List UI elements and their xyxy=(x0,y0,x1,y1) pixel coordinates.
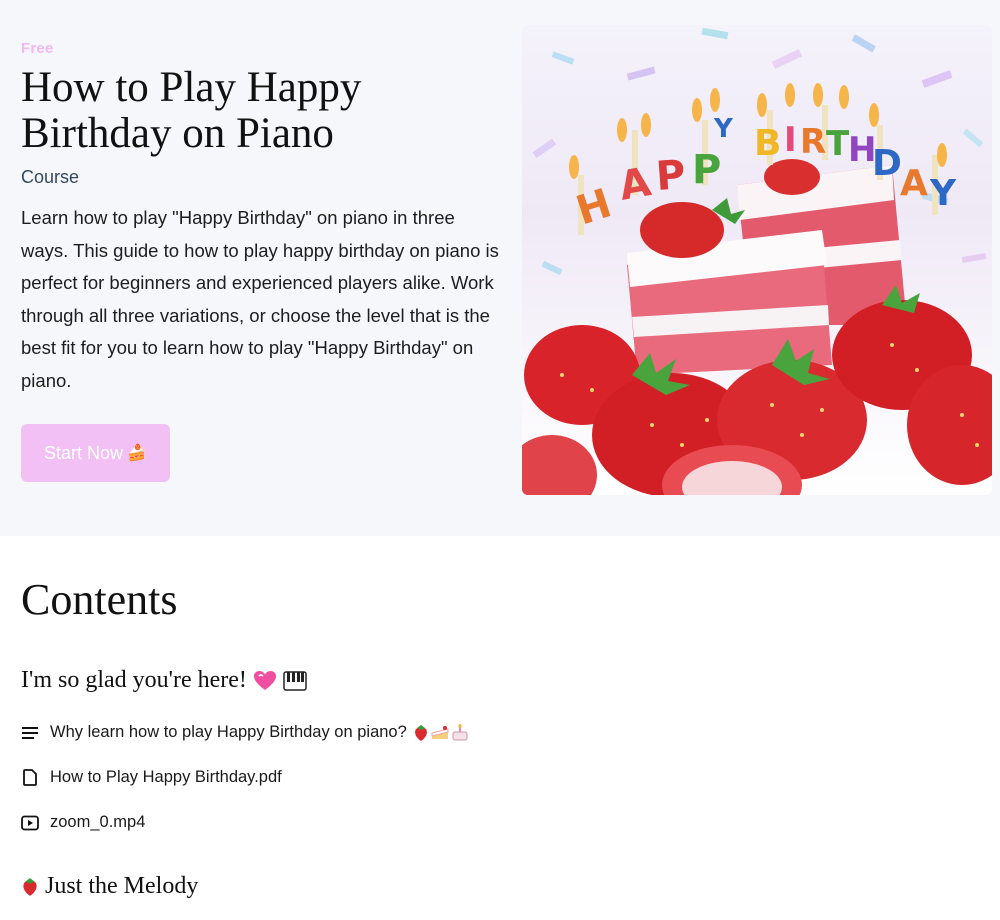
svg-text:D: D xyxy=(872,143,902,184)
svg-text:H: H xyxy=(571,180,617,234)
lesson-label: Why learn how to play Happy Birthday on … xyxy=(50,723,407,741)
course-header: Free How to Play Happy Birthday on Piano… xyxy=(21,40,501,398)
strawberry-icon xyxy=(21,877,39,897)
section-heading-melody: Just the Melody xyxy=(21,873,981,900)
list-item[interactable]: zoom_0.mp4 xyxy=(21,800,981,845)
svg-text:Y: Y xyxy=(929,173,957,214)
course-title: How to Play Happy Birthday on Piano xyxy=(21,64,362,157)
heart-icon xyxy=(253,670,277,692)
start-now-button[interactable]: Start Now 🍰 xyxy=(21,424,170,482)
text-lines-icon xyxy=(21,724,39,742)
contents-heading: Contents xyxy=(21,575,178,624)
cake-slice-icon xyxy=(431,725,449,741)
piano-keys-icon xyxy=(283,670,307,692)
svg-text:A: A xyxy=(900,163,928,204)
list-item[interactable]: Why learn how to play Happy Birthday on … xyxy=(21,710,981,755)
cake-slice-icon: 🍰 xyxy=(127,445,147,462)
video-icon xyxy=(21,814,39,832)
strawberry-icon xyxy=(413,724,429,742)
birthday-cake-icon xyxy=(451,723,469,742)
course-cover-image: H A P P Y B I R T H D A Y xyxy=(522,25,992,495)
svg-text:B: B xyxy=(754,123,781,164)
course-contents: Contents I'm so glad you're here! Why le… xyxy=(21,574,981,900)
document-icon xyxy=(21,769,39,787)
course-type: Course xyxy=(21,167,80,187)
birthday-cake-illustration: H A P P Y B I R T H D A Y xyxy=(522,27,992,495)
start-now-label: Start Now xyxy=(44,442,124,463)
lesson-label: How to Play Happy Birthday.pdf xyxy=(50,768,282,786)
svg-text:R: R xyxy=(800,122,826,162)
svg-text:A: A xyxy=(616,159,655,210)
list-item[interactable]: How to Play Happy Birthday.pdf xyxy=(21,755,981,800)
section-heading-welcome: I'm so glad you're here! xyxy=(21,667,981,694)
svg-text:T: T xyxy=(826,124,850,164)
svg-text:I: I xyxy=(784,120,797,160)
lesson-label: zoom_0.mp4 xyxy=(50,813,146,831)
price-badge: Free xyxy=(21,40,54,57)
course-description: Learn how to play "Happy Birthday" on pi… xyxy=(21,207,499,391)
section-title-text: Just the Melody xyxy=(45,873,199,899)
section-title-text: I'm so glad you're here! xyxy=(21,667,247,693)
lesson-list: Why learn how to play Happy Birthday on … xyxy=(21,710,981,845)
course-hero: Free How to Play Happy Birthday on Piano… xyxy=(0,0,1000,536)
svg-text:P: P xyxy=(654,152,686,200)
svg-text:P: P xyxy=(692,147,721,193)
svg-text:Y: Y xyxy=(713,114,734,144)
